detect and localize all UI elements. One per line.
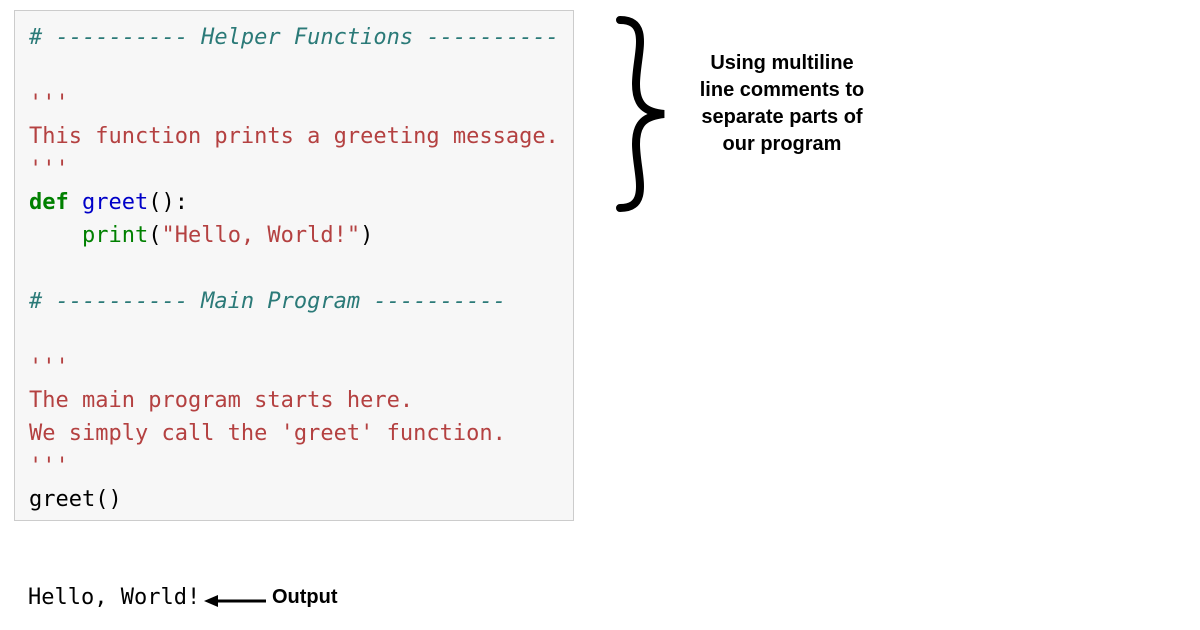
function-name: greet bbox=[82, 190, 148, 215]
output-label: Output bbox=[272, 586, 338, 609]
def-tail: (): bbox=[148, 190, 188, 215]
paren-open: ( bbox=[148, 223, 161, 248]
curly-brace-icon bbox=[600, 14, 680, 214]
docstring-close: ''' bbox=[29, 157, 69, 182]
arrow-left-icon bbox=[204, 594, 266, 608]
keyword-def: def bbox=[29, 190, 69, 215]
docstring-line: The main program starts here. bbox=[29, 388, 413, 413]
annotation-text: Using multiline line comments to separat… bbox=[692, 50, 872, 158]
section-comment-main: # ---------- Main Program ---------- bbox=[29, 289, 506, 314]
string-literal: "Hello, World!" bbox=[161, 223, 360, 248]
section-comment-helpers: # ---------- Helper Functions ---------- bbox=[29, 25, 559, 50]
paren-close: ) bbox=[360, 223, 373, 248]
docstring-line: We simply call the 'greet' function. bbox=[29, 421, 506, 446]
code-block: # ---------- Helper Functions ----------… bbox=[14, 10, 574, 521]
greet-call: greet() bbox=[29, 487, 122, 512]
docstring-close: ''' bbox=[29, 454, 69, 479]
docstring-line: This function prints a greeting message. bbox=[29, 124, 559, 149]
docstring-open: ''' bbox=[29, 91, 69, 116]
output-text: Hello, World! bbox=[28, 585, 200, 610]
docstring-open: ''' bbox=[29, 355, 69, 380]
print-call: print bbox=[82, 223, 148, 248]
indent bbox=[29, 223, 82, 248]
